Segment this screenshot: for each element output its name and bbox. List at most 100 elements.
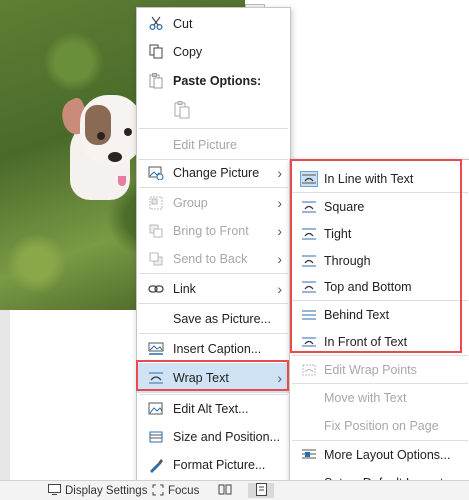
change-picture-icon [147, 165, 165, 181]
menu-item-label: Paste Options: [173, 73, 262, 88]
menu-item-label: Edit Alt Text... [173, 401, 249, 416]
menu-item-edit-picture[interactable]: Edit Picture [137, 131, 290, 158]
chevron-right-icon: › [277, 222, 282, 239]
wrap-option-behind-text[interactable]: Behind Text [290, 301, 469, 328]
menu-item-format-picture[interactable]: Format Picture... [137, 451, 290, 478]
menu-item-link[interactable]: Link › [137, 275, 290, 302]
menu-item-label: Edit Wrap Points [324, 362, 417, 377]
menu-item-copy[interactable]: Copy [137, 38, 290, 65]
paste-option-button[interactable] [137, 96, 290, 123]
display-settings-label: Display Settings [65, 485, 148, 497]
wrap-option-fix-position[interactable]: Fix Position on Page [290, 412, 469, 439]
paste-icon [173, 100, 191, 118]
wrap-option-top-bottom[interactable]: Top and Bottom [290, 273, 469, 300]
wrap-text-icon [147, 370, 165, 386]
format-picture-icon [147, 457, 165, 473]
display-settings-icon [48, 484, 61, 498]
chevron-right-icon: › [277, 370, 282, 386]
paste-icon [147, 72, 165, 89]
menu-item-label: Link [173, 281, 196, 296]
menu-item-label: Bring to Front [173, 223, 249, 238]
display-settings-button[interactable]: Display Settings [48, 483, 147, 499]
menu-item-edit-alt-text[interactable]: Edit Alt Text... [137, 395, 290, 422]
inline-wrap-icon [300, 170, 318, 187]
scissors-icon [147, 16, 165, 32]
print-layout-button[interactable] [248, 482, 274, 499]
chevron-right-icon: › [277, 280, 282, 297]
copy-icon [147, 44, 165, 60]
menu-separator [139, 303, 288, 304]
wrap-option-tight[interactable]: Tight [290, 220, 469, 247]
menu-item-label: Size and Position... [173, 429, 281, 444]
wrap-option-through[interactable]: Through [290, 247, 469, 274]
menu-separator [139, 333, 288, 334]
menu-separator [139, 128, 288, 129]
alt-text-icon [147, 401, 165, 417]
chevron-right-icon: › [277, 164, 282, 181]
dog-eye-left [97, 132, 105, 140]
menu-item-group[interactable]: Group › [137, 189, 290, 216]
wrap-option-more-layout[interactable]: More Layout Options... [290, 441, 469, 468]
wrap-option-edit-wrap-points[interactable]: Edit Wrap Points [290, 356, 469, 383]
menu-item-label: Fix Position on Page [324, 418, 439, 433]
read-mode-button[interactable] [212, 483, 238, 498]
menu-item-wrap-text[interactable]: Wrap Text › [137, 363, 290, 393]
front-text-icon [300, 334, 318, 350]
menu-item-save-as-picture[interactable]: Save as Picture... [137, 305, 290, 332]
menu-item-label: In Front of Text [324, 334, 408, 349]
status-bar: Display Settings Focus [0, 480, 469, 500]
wrap-option-inline[interactable]: In Line with Text [290, 165, 469, 192]
menu-item-label: Copy [173, 44, 203, 59]
edit-wrap-points-icon [300, 362, 318, 378]
menu-item-paste-options: Paste Options: [137, 67, 290, 94]
dog-nose [108, 152, 122, 162]
layout-options-icon [300, 447, 318, 463]
wrap-option-move-with-text[interactable]: Move with Text [290, 384, 469, 411]
menu-item-label: Behind Text [324, 307, 390, 322]
link-icon [147, 281, 165, 297]
menu-item-label: Top and Bottom [324, 279, 412, 294]
menu-item-cut[interactable]: Cut [137, 10, 290, 37]
menu-item-label: Tight [324, 226, 352, 241]
context-menu: Cut Copy Paste Options: Edit Picture Cha… [136, 7, 291, 483]
top-bottom-wrap-icon [300, 279, 318, 295]
menu-item-label: Insert Caption... [173, 341, 262, 356]
bring-front-icon [147, 223, 165, 239]
square-wrap-icon [300, 199, 318, 215]
focus-icon [152, 484, 164, 499]
behind-text-icon [300, 307, 318, 323]
print-layout-icon [255, 482, 267, 499]
menu-item-label: Edit Picture [173, 137, 237, 152]
dog-eye-right [124, 128, 132, 136]
tight-wrap-icon [300, 226, 318, 242]
menu-item-label: Cut [173, 16, 193, 31]
menu-item-label: Wrap Text [173, 371, 229, 385]
menu-separator [139, 273, 288, 274]
group-icon [147, 195, 165, 211]
focus-button[interactable]: Focus [152, 483, 199, 499]
through-wrap-icon [300, 253, 318, 269]
menu-item-change-picture[interactable]: Change Picture › [137, 159, 290, 186]
caption-icon [147, 341, 165, 357]
menu-item-label: Square [324, 199, 365, 214]
menu-item-label: Group [173, 195, 208, 210]
chevron-right-icon: › [277, 194, 282, 211]
menu-item-insert-caption[interactable]: Insert Caption... [137, 335, 290, 362]
menu-item-label: More Layout Options... [324, 447, 451, 462]
read-mode-icon [218, 483, 232, 498]
menu-item-bring-to-front[interactable]: Bring to Front › [137, 217, 290, 244]
send-back-icon [147, 251, 165, 267]
menu-item-label: Save as Picture... [173, 311, 271, 326]
menu-item-send-to-back[interactable]: Send to Back › [137, 245, 290, 272]
menu-item-label: Through [324, 253, 371, 268]
wrap-option-in-front[interactable]: In Front of Text [290, 328, 469, 355]
dog-tongue [118, 176, 126, 186]
menu-item-label: Move with Text [324, 390, 407, 405]
size-position-icon [147, 429, 165, 445]
menu-item-size-position[interactable]: Size and Position... [137, 423, 290, 450]
focus-label: Focus [168, 485, 200, 497]
wrap-option-square[interactable]: Square [290, 193, 469, 220]
menu-item-label: Format Picture... [173, 457, 266, 472]
chevron-right-icon: › [277, 250, 282, 267]
menu-item-label: Change Picture [173, 165, 260, 180]
